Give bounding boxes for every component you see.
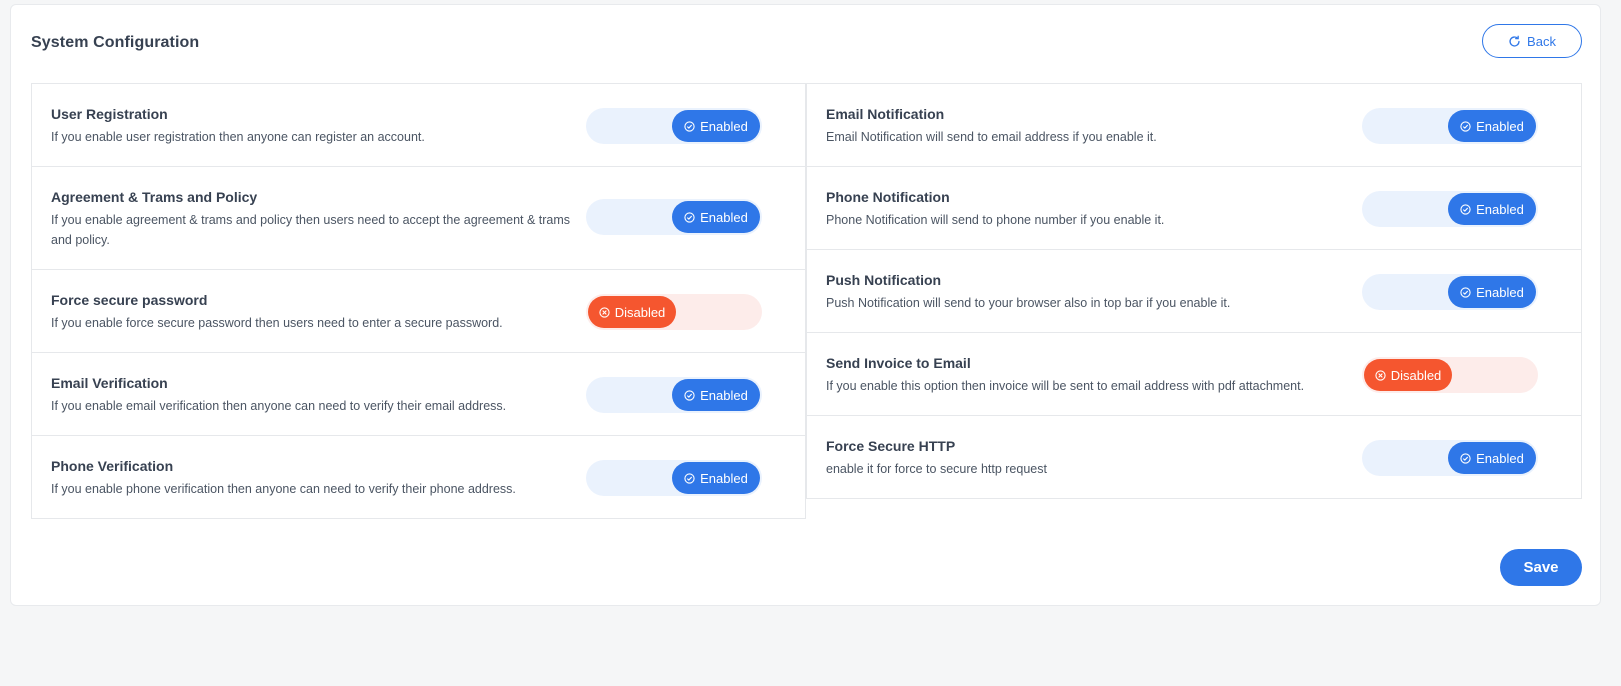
- setting-title: Force secure password: [51, 292, 208, 308]
- setting-description: If you enable user registration then any…: [51, 130, 425, 144]
- status-pill: Disabled: [588, 296, 676, 328]
- setting-row-email-notification: Email Notification Email Notification wi…: [806, 83, 1582, 167]
- status-pill: Enabled: [1448, 276, 1536, 308]
- status-label: Enabled: [1476, 201, 1524, 217]
- setting-description: Phone Notification will send to phone nu…: [826, 213, 1165, 227]
- setting-title: User Registration: [51, 106, 168, 122]
- status-label: Enabled: [700, 118, 748, 134]
- back-button-label: Back: [1527, 33, 1556, 49]
- status-pill: Disabled: [1364, 359, 1452, 391]
- setting-description: If you enable this option then invoice w…: [826, 379, 1305, 393]
- setting-description: If you enable email verification then an…: [51, 399, 507, 413]
- setting-title: Email Verification: [51, 375, 168, 391]
- email-notification-toggle[interactable]: Enabled: [1362, 108, 1538, 144]
- setting-row-force-secure-http: Force Secure HTTP enable it for force to…: [806, 415, 1582, 499]
- setting-row-phone-verification: Phone Verification If you enable phone v…: [31, 435, 806, 519]
- status-pill: Enabled: [1448, 442, 1536, 474]
- setting-row-push-notification: Push Notification Push Notification will…: [806, 249, 1582, 333]
- setting-title: Force Secure HTTP: [826, 438, 956, 454]
- check-circle-icon: [1460, 286, 1471, 298]
- x-circle-icon: [1375, 369, 1386, 381]
- setting-row-send-invoice-email: Send Invoice to Email If you enable this…: [806, 332, 1582, 416]
- back-button[interactable]: Back: [1482, 24, 1582, 58]
- right-settings-column: Email Notification Email Notification wi…: [806, 83, 1582, 499]
- refresh-icon: [1508, 35, 1521, 48]
- status-label: Enabled: [1476, 284, 1524, 300]
- setting-description: If you enable phone verification then an…: [51, 482, 516, 496]
- setting-description: Email Notification will send to email ad…: [826, 130, 1157, 144]
- force-secure-password-toggle[interactable]: Disabled: [586, 294, 762, 330]
- phone-notification-toggle[interactable]: Enabled: [1362, 191, 1538, 227]
- force-secure-http-toggle[interactable]: Enabled: [1362, 440, 1538, 476]
- setting-row-force-secure-password: Force secure password If you enable forc…: [31, 269, 806, 353]
- page-title: System Configuration: [31, 34, 200, 51]
- setting-row-user-registration: User Registration If you enable user reg…: [31, 83, 806, 167]
- status-label: Disabled: [614, 304, 666, 320]
- check-circle-icon: [684, 389, 695, 401]
- email-verification-toggle[interactable]: Enabled: [586, 377, 762, 413]
- x-circle-icon: [599, 306, 610, 318]
- push-notification-toggle[interactable]: Enabled: [1362, 274, 1538, 310]
- setting-title: Phone Notification: [826, 189, 950, 205]
- check-circle-icon: [1460, 452, 1471, 464]
- status-label: Disabled: [1390, 367, 1442, 383]
- setting-title: Phone Verification: [51, 458, 174, 474]
- setting-description: Push Notification will send to your brow…: [826, 296, 1231, 310]
- setting-description: If you enable agreement & trams and poli…: [51, 213, 571, 247]
- status-label: Enabled: [700, 387, 748, 403]
- status-pill: Enabled: [1448, 110, 1536, 142]
- setting-description: If you enable force secure password then…: [51, 316, 503, 330]
- status-pill: Enabled: [672, 110, 760, 142]
- status-label: Enabled: [700, 209, 748, 225]
- check-circle-icon: [1460, 203, 1471, 215]
- check-circle-icon: [684, 120, 695, 132]
- setting-description: enable it for force to secure http reque…: [826, 462, 1047, 476]
- setting-row-agreement-policy: Agreement & Trams and Policy If you enab…: [31, 166, 806, 270]
- setting-title: Send Invoice to Email: [826, 355, 971, 371]
- setting-title: Push Notification: [826, 272, 942, 288]
- setting-row-email-verification: Email Verification If you enable email v…: [31, 352, 806, 436]
- status-pill: Enabled: [672, 462, 760, 494]
- setting-title: Agreement & Trams and Policy: [51, 189, 258, 205]
- check-circle-icon: [1460, 120, 1471, 132]
- user-registration-toggle[interactable]: Enabled: [586, 108, 762, 144]
- check-circle-icon: [684, 472, 695, 484]
- status-label: Enabled: [1476, 450, 1524, 466]
- save-button[interactable]: Save: [1500, 549, 1582, 586]
- check-circle-icon: [684, 211, 695, 223]
- status-pill: Enabled: [672, 379, 760, 411]
- phone-verification-toggle[interactable]: Enabled: [586, 460, 762, 496]
- send-invoice-email-toggle[interactable]: Disabled: [1362, 357, 1538, 393]
- left-settings-column: User Registration If you enable user reg…: [31, 83, 806, 519]
- status-pill: Enabled: [672, 201, 760, 233]
- setting-title: Email Notification: [826, 106, 945, 122]
- setting-row-phone-notification: Phone Notification Phone Notification wi…: [806, 166, 1582, 250]
- status-label: Enabled: [1476, 118, 1524, 134]
- agreement-policy-toggle[interactable]: Enabled: [586, 199, 762, 235]
- status-pill: Enabled: [1448, 193, 1536, 225]
- status-label: Enabled: [700, 470, 748, 486]
- system-configuration-card: System Configuration Back User Registrat…: [10, 4, 1601, 606]
